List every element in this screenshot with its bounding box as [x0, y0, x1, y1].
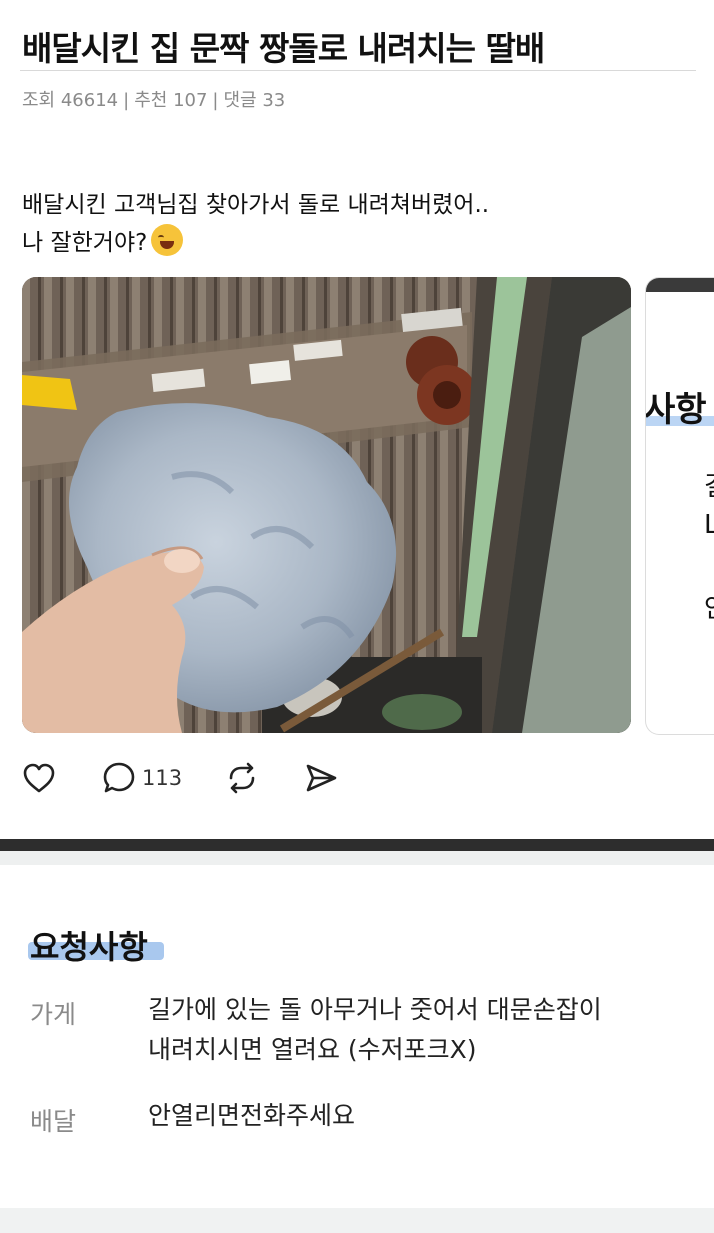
preview-heading: 사항: [645, 390, 707, 430]
views-count: 46614: [60, 90, 119, 111]
recommend-count: 107: [173, 90, 208, 111]
send-icon: [306, 764, 337, 792]
delivery-label: 배달: [30, 1107, 77, 1136]
store-request: 길가에 있는 돌 아무거나 줏어서 대문손잡이 내려치시면 열려요 (수저포크X…: [148, 990, 678, 1070]
delivery-request: 안열리면전화주세요: [148, 1101, 356, 1130]
store-request-line: 내려치시면 열려요 (수저포크X): [148, 1035, 477, 1064]
recommend-label: 추천: [134, 90, 168, 111]
preview-text: L: [704, 510, 714, 540]
comments-count[interactable]: 33: [262, 90, 285, 111]
heart-icon: [23, 763, 55, 793]
preview-top-bar: [646, 278, 714, 292]
comments-label[interactable]: 댓글: [224, 90, 257, 111]
repost-icon: [229, 762, 255, 794]
meta-separator: |: [123, 90, 130, 111]
post-photo[interactable]: [22, 277, 631, 733]
meta-separator: |: [212, 90, 219, 111]
post-title: 배달시킨 집 문짝 짱돌로 내려치는 딸배: [22, 29, 545, 68]
views-label: 조회: [22, 90, 56, 111]
post-body-line: 나 잘한거야?: [22, 224, 489, 262]
post-actions: 113: [22, 760, 352, 796]
rolling-laughing-emoji-icon: [151, 224, 184, 256]
section-divider: [0, 851, 714, 865]
section-divider: [0, 839, 714, 851]
repost-button[interactable]: [224, 760, 260, 796]
store-label: 가게: [30, 1000, 77, 1029]
rock-door-photo: [22, 277, 631, 733]
title-divider: [20, 70, 696, 71]
second-photo-preview[interactable]: 사항 결 L 안: [645, 277, 714, 735]
request-title: 요청사항: [30, 928, 148, 966]
speech-bubble-icon: [103, 762, 135, 793]
preview-text: 결: [704, 466, 714, 503]
bottom-divider: [0, 1208, 714, 1233]
share-button[interactable]: [304, 760, 338, 796]
preview-text: 안: [704, 588, 714, 625]
post-body-line: 배달시킨 고객님집 찾아가서 돌로 내려쳐버렸어..: [22, 192, 490, 218]
like-button[interactable]: [22, 760, 56, 796]
reply-button[interactable]: 113: [102, 760, 182, 796]
post-meta: 조회 46614 | 추천 107 | 댓글 33: [22, 86, 285, 112]
post-body-question: 나 잘한거야?: [22, 230, 148, 256]
reply-count: 113: [142, 766, 183, 790]
store-request-line: 길가에 있는 돌 아무거나 줏어서 대문손잡이: [148, 995, 602, 1024]
post-body: 배달시킨 고객님집 찾아가서 돌로 내려쳐버렸어.. 나 잘한거야?: [22, 186, 489, 262]
